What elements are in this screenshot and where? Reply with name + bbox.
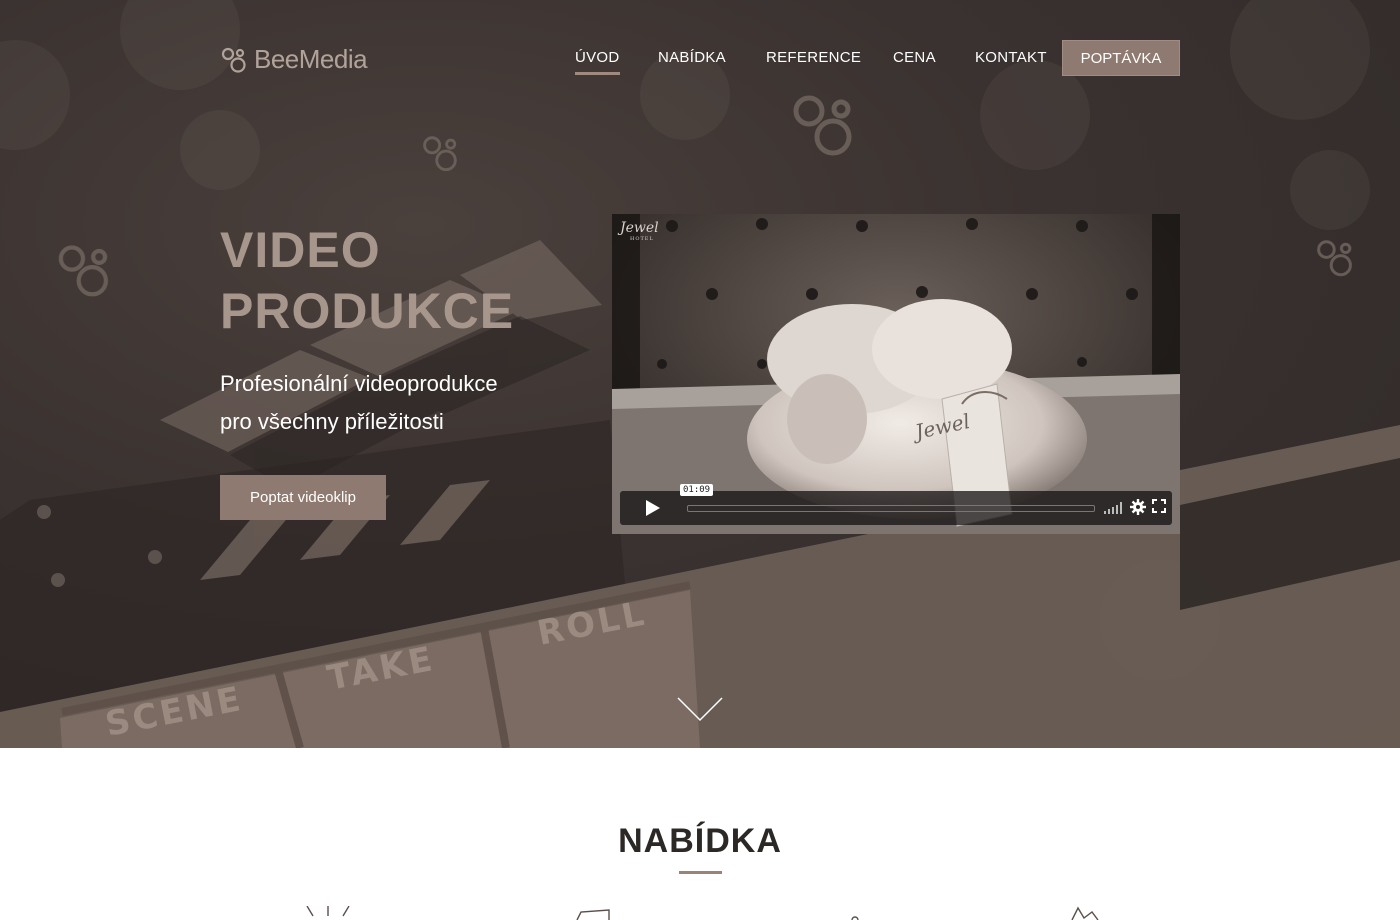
- bee-logo-icon: [221, 47, 246, 73]
- video-time: 01:09: [680, 484, 714, 496]
- section-divider: [679, 871, 722, 874]
- dot-icon: [851, 916, 859, 920]
- hero-subtitle-line-1: Profesionální videoprodukce: [220, 371, 498, 396]
- hero-section: SCENE TAKE ROLL BeeMedia ÚVOD NABÍDKA RE…: [0, 0, 1400, 748]
- volume-icon[interactable]: [1104, 502, 1124, 514]
- nav-item-nabidka[interactable]: NABÍDKA: [658, 49, 726, 66]
- bee-decor-icon: [1317, 240, 1352, 277]
- fullscreen-icon[interactable]: [1152, 499, 1166, 513]
- nav-item-kontakt[interactable]: KONTAKT: [975, 49, 1047, 66]
- bee-decor-icon: [793, 95, 852, 156]
- bee-decor-icon: [423, 136, 457, 172]
- nav-item-reference[interactable]: REFERENCE: [766, 49, 861, 66]
- video-watermark-title: Jewel: [620, 220, 659, 236]
- play-icon: [646, 500, 660, 516]
- video-watermark: Jewel HOTEL: [620, 220, 659, 242]
- request-video-button[interactable]: Poptat videoklip: [220, 475, 386, 520]
- star-icon: [1071, 906, 1099, 920]
- hero-title-line-2: PRODUKCE: [220, 283, 515, 339]
- chevron-down-icon[interactable]: [676, 696, 724, 722]
- video-player[interactable]: Jewel Jewel HOTEL 01:09: [612, 214, 1180, 534]
- poptavka-button[interactable]: POPTÁVKA: [1062, 40, 1180, 76]
- card-icon: [576, 909, 610, 920]
- play-button[interactable]: [630, 495, 676, 521]
- hero-title-line-1: VIDEO: [220, 222, 381, 278]
- section-title-nabidka: NABÍDKA: [618, 822, 782, 860]
- hero-subtitle-line-2: pro všechny příležitosti: [220, 409, 444, 434]
- hero-title: VIDEO PRODUKCE: [220, 220, 514, 342]
- brand-name: BeeMedia: [254, 44, 368, 74]
- hero-subtitle: Profesionální videoprodukce pro všechny …: [220, 365, 498, 441]
- main-nav: ÚVOD NABÍDKA REFERENCE CENA KONTAKT POPT…: [560, 40, 1180, 76]
- video-progress-bar[interactable]: [687, 505, 1095, 512]
- nav-item-cena[interactable]: CENA: [893, 49, 936, 66]
- sparkle-icon: [306, 906, 350, 917]
- nav-item-uvod[interactable]: ÚVOD: [575, 49, 620, 75]
- bee-decor-icon: [58, 245, 109, 297]
- settings-icon[interactable]: [1130, 499, 1146, 515]
- video-watermark-sub: HOTEL: [630, 236, 654, 242]
- brand-logo[interactable]: BeeMedia: [220, 44, 368, 75]
- video-controls: 01:09: [620, 484, 1172, 525]
